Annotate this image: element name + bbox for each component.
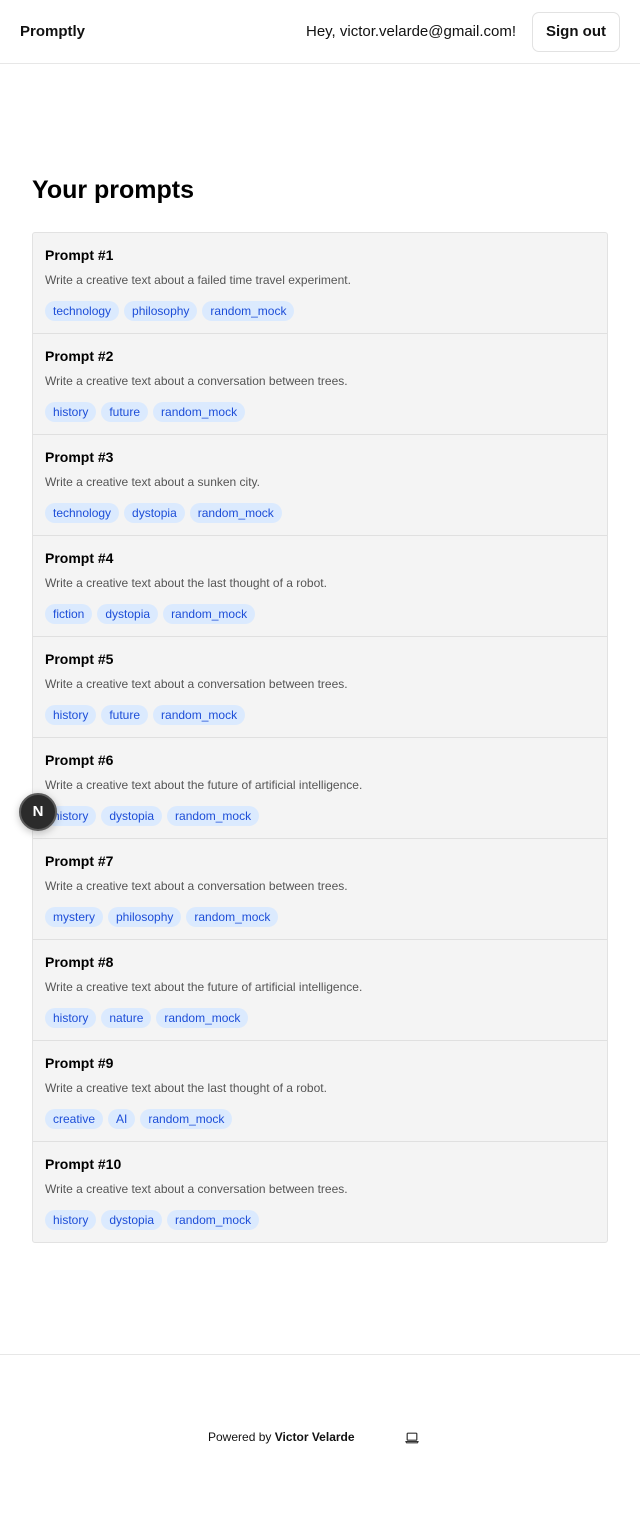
prompt-card-10: Prompt #10 Write a creative text about a… <box>33 1142 607 1242</box>
tag-chip: technology <box>45 503 120 523</box>
prompt-title: Prompt #6 <box>45 752 114 768</box>
sign-out-button[interactable]: Sign out <box>532 12 620 52</box>
prompt-card-7: Prompt #7 Write a creative text about a … <box>33 839 607 940</box>
prompt-text: Write a creative text about the future o… <box>45 980 363 994</box>
tag-chip: dystopia <box>101 806 163 826</box>
prompt-text: Write a creative text about the last tho… <box>45 576 327 590</box>
tag-chip: future <box>101 705 149 725</box>
tag-chip: dystopia <box>101 1210 163 1230</box>
tag-chip: dystopia <box>124 503 185 523</box>
prompt-card-3: Prompt #3 Write a creative text about a … <box>33 435 607 536</box>
prompt-card-6: Prompt #6 Write a creative text about th… <box>33 738 607 839</box>
tag-chip: history <box>45 1210 97 1230</box>
tag-chip: nature <box>101 1008 152 1028</box>
prompt-tags: history nature random_mock <box>45 1008 595 1028</box>
tag-chip: history <box>45 1008 97 1028</box>
prompt-title: Prompt #5 <box>45 651 114 667</box>
prompt-title: Prompt #3 <box>45 449 114 465</box>
prompt-title: Prompt #2 <box>45 348 114 364</box>
prompt-tags: mystery philosophy random_mock <box>45 907 595 927</box>
tag-chip: random_mock <box>140 1109 233 1129</box>
footer-author: Victor Velarde <box>274 1430 355 1444</box>
footer-powered-prefix: Powered by <box>208 1430 272 1444</box>
prompt-card-8: Prompt #8 Write a creative text about th… <box>33 940 607 1041</box>
tag-chip: philosophy <box>108 907 182 927</box>
prompt-tags: history dystopia random_mock <box>45 806 595 826</box>
tag-chip: random_mock <box>163 604 256 624</box>
prompt-text: Write a creative text about a conversati… <box>45 677 348 691</box>
prompt-tags: technology dystopia random_mock <box>45 503 595 523</box>
prompt-card-5: Prompt #5 Write a creative text about a … <box>33 637 607 738</box>
prompt-card-4: Prompt #4 Write a creative text about th… <box>33 536 607 637</box>
tag-chip: history <box>45 705 97 725</box>
prompt-card-2: Prompt #2 Write a creative text about a … <box>33 334 607 435</box>
prompt-text: Write a creative text about the last tho… <box>45 1081 327 1095</box>
prompt-tags: history dystopia random_mock <box>45 1210 595 1230</box>
prompt-text: Write a creative text about a sunken cit… <box>45 475 260 489</box>
prompt-title: Prompt #7 <box>45 853 114 869</box>
tag-chip: random_mock <box>186 907 279 927</box>
page-footer: Powered by Victor Velarde <box>0 1354 640 1520</box>
app-header: Promptly Hey, victor.velarde@gmail.com! … <box>0 0 640 64</box>
tag-chip: random_mock <box>167 806 260 826</box>
prompt-title: Prompt #9 <box>45 1055 114 1071</box>
tag-chip: random_mock <box>153 402 246 422</box>
prompt-title: Prompt #1 <box>45 247 114 263</box>
user-greeting: Hey, victor.velarde@gmail.com! <box>305 23 516 40</box>
prompt-text: Write a creative text about a conversati… <box>45 879 348 893</box>
tag-chip: creative <box>45 1109 104 1129</box>
app-brand[interactable]: Promptly <box>20 23 85 40</box>
tag-chip: dystopia <box>97 604 159 624</box>
tag-chip: random_mock <box>189 503 282 523</box>
footer-credit: Powered by Victor Velarde <box>208 1430 355 1444</box>
prompt-text: Write a creative text about the future o… <box>45 778 363 792</box>
prompt-card-9: Prompt #9 Write a creative text about th… <box>33 1041 607 1142</box>
nextjs-dev-badge[interactable]: N <box>19 793 57 831</box>
tag-chip: random_mock <box>153 705 246 725</box>
tag-chip: future <box>101 402 149 422</box>
prompt-title: Prompt #4 <box>45 550 114 566</box>
tag-chip: random_mock <box>202 301 295 321</box>
prompt-tags: technology philosophy random_mock <box>45 301 595 321</box>
prompt-tags: history future random_mock <box>45 705 595 725</box>
prompt-text: Write a creative text about a failed tim… <box>45 273 351 287</box>
tag-chip: history <box>45 402 97 422</box>
tag-chip: fiction <box>45 604 93 624</box>
prompt-tags: history future random_mock <box>45 402 595 422</box>
prompt-list: Prompt #1 Write a creative text about a … <box>32 232 608 1243</box>
tag-chip: random_mock <box>156 1008 249 1028</box>
prompt-text: Write a creative text about a conversati… <box>45 1182 348 1196</box>
prompt-title: Prompt #10 <box>45 1156 122 1172</box>
tag-chip: philosophy <box>124 301 198 321</box>
tag-chip: mystery <box>45 907 103 927</box>
tag-chip: technology <box>45 301 120 321</box>
tag-chip: AI <box>108 1109 136 1129</box>
laptop-icon <box>405 1432 419 1444</box>
tag-chip: random_mock <box>167 1210 260 1230</box>
page-title: Your prompts <box>32 176 195 204</box>
prompt-tags: fiction dystopia random_mock <box>45 604 595 624</box>
prompt-card-1: Prompt #1 Write a creative text about a … <box>33 233 607 334</box>
prompt-title: Prompt #8 <box>45 954 114 970</box>
prompt-tags: creative AI random_mock <box>45 1109 595 1129</box>
prompt-text: Write a creative text about a conversati… <box>45 374 348 388</box>
